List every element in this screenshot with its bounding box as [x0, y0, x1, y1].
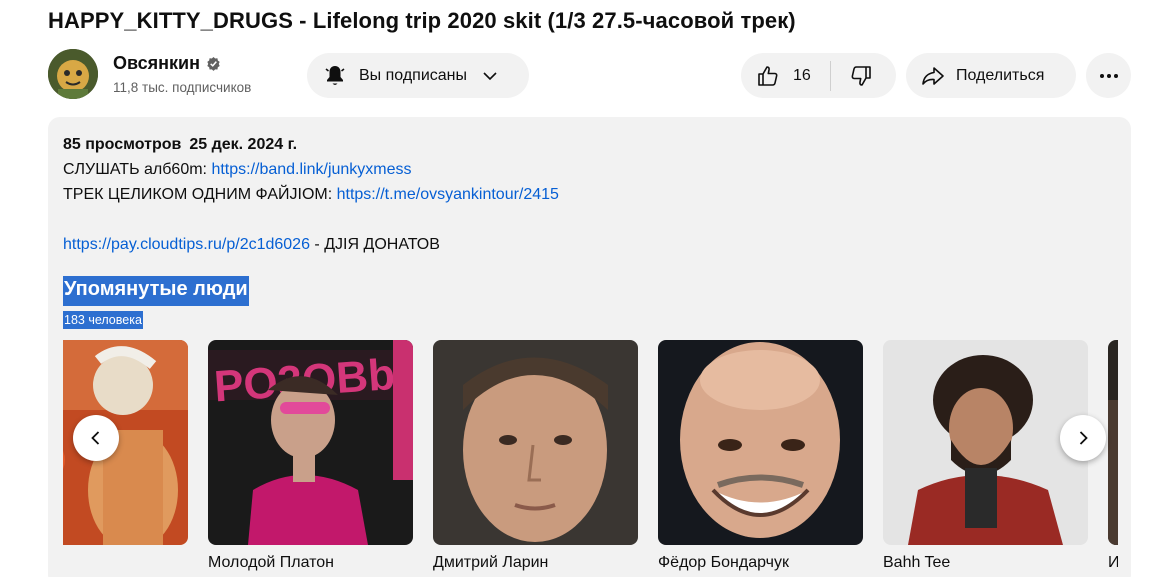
subscribed-button[interactable]: Вы подписаны: [307, 53, 529, 98]
description-line: CЛУШАТЬ алб60m: https://band.link/junkyx…: [63, 161, 412, 179]
like-button[interactable]: 16: [741, 53, 830, 98]
more-horizontal-icon: [1099, 73, 1118, 78]
share-icon: [922, 66, 944, 85]
person-photo: [433, 340, 638, 545]
thumbs-up-icon: [758, 65, 778, 86]
carousel-next-button[interactable]: [1060, 415, 1106, 461]
like-count: 16: [793, 66, 811, 84]
subscriber-count: 11,8 тыс. подписчиков: [113, 80, 252, 95]
people-section-count: 183 человека: [63, 311, 143, 329]
person-name[interactable]: Молодой Платон: [208, 554, 413, 572]
person-name[interactable]: Bahh Tee: [883, 554, 1088, 572]
description-line: ТРЕК ЦЕЛИКОМ ОДНИМ ФАЙJIOM: https://t.me…: [63, 186, 559, 204]
person-card[interactable]: PO3OBbl Молодой Платон: [208, 340, 413, 572]
chevron-left-icon: [91, 431, 100, 445]
description-text: - ДJIЯ ДОНАТОВ: [309, 236, 440, 253]
person-card[interactable]: Bahh Tee: [883, 340, 1088, 572]
description-text: ТРЕК ЦЕЛИКОМ ОДНИМ ФАЙJIOM:: [63, 186, 337, 203]
person-photo: [883, 340, 1088, 545]
person-photo: [1108, 340, 1118, 545]
channel-avatar[interactable]: [48, 49, 98, 99]
description-line: https://pay.cloudtips.ru/p/2c1d6026 - ДJ…: [63, 236, 440, 254]
video-title: HAPPY_KITTY_DRUGS - Lifelong trip 2020 s…: [48, 8, 796, 33]
channel-name[interactable]: Овсянкин: [113, 53, 200, 74]
person-name[interactable]: Фёдор Бондарчук: [658, 554, 863, 572]
more-actions-button[interactable]: [1086, 53, 1131, 98]
description-text: CЛУШАТЬ алб60m:: [63, 161, 212, 178]
video-meta: 85 просмотров 25 дек. 2024 г.: [63, 136, 297, 154]
description-link[interactable]: https://pay.cloudtips.ru/p/2c1d6026: [63, 236, 310, 253]
upload-date: 25 дек. 2024 г.: [189, 136, 298, 153]
person-card[interactable]: Фёдор Бондарчук: [658, 340, 863, 572]
view-count: 85 просмотров: [63, 136, 182, 153]
verified-badge-icon: [207, 56, 220, 71]
subscribed-label: Вы подписаны: [359, 66, 467, 84]
description-box[interactable]: 85 просмотров 25 дек. 2024 г. CЛУШАТЬ алб…: [48, 117, 1131, 577]
description-link[interactable]: https://t.me/ovsyankintour/2415: [337, 186, 559, 203]
chevron-down-icon: [483, 71, 497, 80]
person-card[interactable]: И: [1108, 340, 1118, 572]
share-button[interactable]: Поделиться: [906, 53, 1076, 98]
person-card[interactable]: Дмитрий Ларин: [433, 340, 638, 572]
bell-icon: [325, 65, 345, 85]
thumbs-down-icon: [851, 65, 871, 86]
people-section-title: Упомянутые люди: [63, 276, 249, 306]
person-photo: PO3OBbl: [208, 340, 413, 545]
carousel-prev-button[interactable]: [73, 415, 119, 461]
person-name[interactable]: И: [1108, 554, 1118, 572]
channel-name-row[interactable]: Овсянкин: [113, 53, 221, 74]
share-label: Поделиться: [956, 66, 1045, 84]
like-dislike-group: 16: [741, 53, 896, 98]
dislike-button[interactable]: [831, 53, 891, 98]
person-name[interactable]: Дмитрий Ларин: [433, 554, 638, 572]
description-link[interactable]: https://band.link/junkyxmess: [211, 161, 411, 178]
chevron-right-icon: [1079, 431, 1088, 445]
person-photo: [658, 340, 863, 545]
people-carousel: PO3OBbl Молодой Платон: [63, 340, 1118, 577]
